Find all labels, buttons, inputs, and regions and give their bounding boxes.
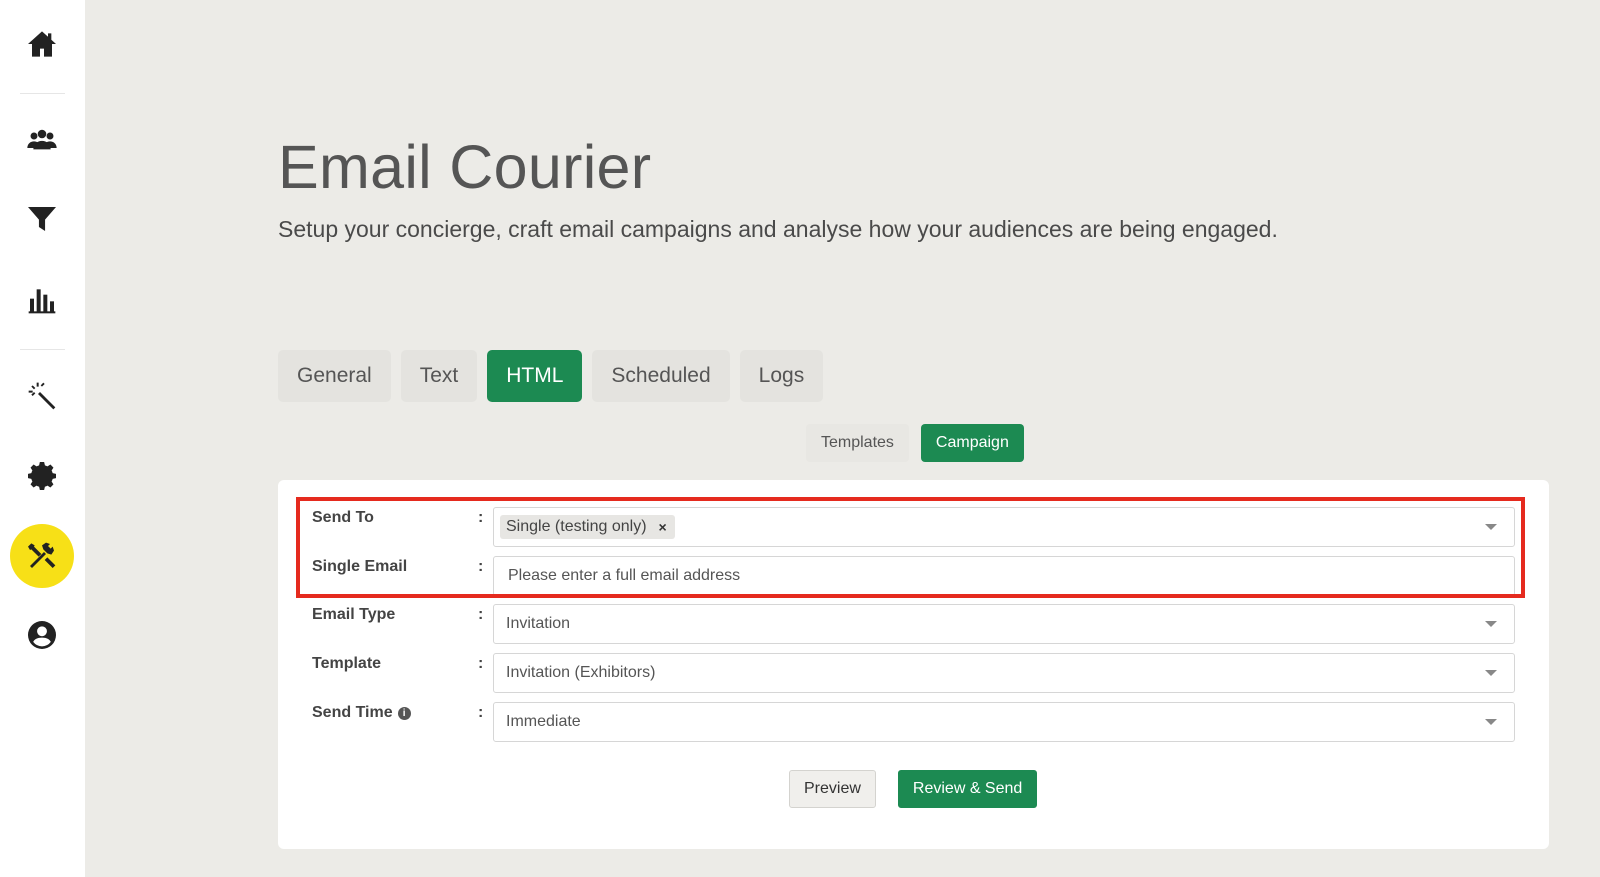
form-actions: Preview Review & Send: [789, 770, 1038, 808]
users-icon: [27, 129, 57, 150]
template-select[interactable]: Invitation (Exhibitors): [493, 653, 1515, 693]
preview-button[interactable]: Preview: [789, 770, 876, 808]
chevron-down-icon: [1485, 524, 1497, 530]
template-row: Template : Invitation (Exhibitors): [312, 653, 1515, 693]
gear-icon: [28, 462, 56, 490]
bar-chart-icon: [28, 289, 56, 314]
tools-icon: [28, 542, 56, 568]
sidebar-divider: [20, 93, 65, 94]
single-email-row: Single Email : Please enter a full email…: [312, 556, 1515, 596]
tab-logs[interactable]: Logs: [739, 350, 824, 402]
single-email-label: Single Email: [312, 558, 408, 575]
sidebar: [0, 0, 85, 877]
nav-settings[interactable]: [10, 444, 74, 508]
email-type-select[interactable]: Invitation: [493, 604, 1515, 644]
filter-icon: [28, 207, 56, 231]
send-time-row: Send Time i : Immediate: [312, 702, 1515, 742]
colon: :: [478, 558, 484, 575]
email-type-value: Invitation: [506, 615, 571, 632]
tab-general[interactable]: General: [278, 350, 391, 402]
send-to-chip: Single (testing only) ×: [500, 515, 675, 539]
send-to-row: Send To : Single (testing only) ×: [312, 507, 1515, 547]
send-to-label: Send To: [312, 509, 374, 526]
nav-magic[interactable]: [10, 364, 74, 428]
send-time-value: Immediate: [506, 713, 581, 730]
nav-filter[interactable]: [10, 187, 74, 251]
nav-users[interactable]: [10, 108, 74, 172]
send-time-select[interactable]: Immediate: [493, 702, 1515, 742]
send-to-select[interactable]: Single (testing only) ×: [493, 507, 1515, 547]
nav-tools[interactable]: [10, 524, 74, 588]
chevron-down-icon: [1485, 670, 1497, 676]
nav-analytics[interactable]: [10, 268, 74, 332]
chevron-down-icon: [1485, 719, 1497, 725]
chevron-down-icon: [1485, 621, 1497, 627]
page-subtitle: Setup your concierge, craft email campai…: [278, 216, 1278, 242]
tab-text[interactable]: Text: [400, 350, 478, 402]
single-email-input[interactable]: Please enter a full email address: [493, 556, 1515, 596]
colon: :: [478, 655, 484, 672]
user-circle-icon: [27, 621, 56, 649]
subtab-templates[interactable]: Templates: [806, 424, 909, 462]
email-type-row: Email Type : Invitation: [312, 604, 1515, 644]
page-title: Email Courier: [278, 133, 652, 201]
colon: :: [478, 704, 484, 721]
send-time-label: Send Time: [312, 704, 393, 721]
main-tabs: General Text HTML Scheduled Logs: [278, 350, 824, 402]
template-value: Invitation (Exhibitors): [506, 664, 656, 681]
template-label: Template: [312, 655, 382, 672]
colon: :: [478, 509, 484, 526]
nav-home[interactable]: [10, 12, 74, 76]
send-to-chip-label: Single (testing only): [506, 518, 647, 535]
chip-remove-icon[interactable]: ×: [659, 519, 667, 535]
subtab-campaign[interactable]: Campaign: [920, 424, 1024, 462]
sidebar-divider: [20, 349, 65, 350]
single-email-placeholder: Please enter a full email address: [508, 567, 741, 584]
info-icon[interactable]: i: [397, 706, 411, 720]
tab-html[interactable]: HTML: [487, 350, 583, 402]
email-type-label: Email Type: [312, 606, 396, 623]
colon: :: [478, 606, 484, 623]
tab-scheduled[interactable]: Scheduled: [592, 350, 730, 402]
home-icon: [28, 31, 56, 57]
magic-wand-icon: [28, 382, 56, 410]
send-time-label-wrap: Send Time i: [312, 704, 411, 722]
review-send-button[interactable]: Review & Send: [897, 770, 1038, 808]
nav-profile[interactable]: [10, 603, 74, 667]
sub-tabs: Templates Campaign: [806, 424, 1024, 462]
